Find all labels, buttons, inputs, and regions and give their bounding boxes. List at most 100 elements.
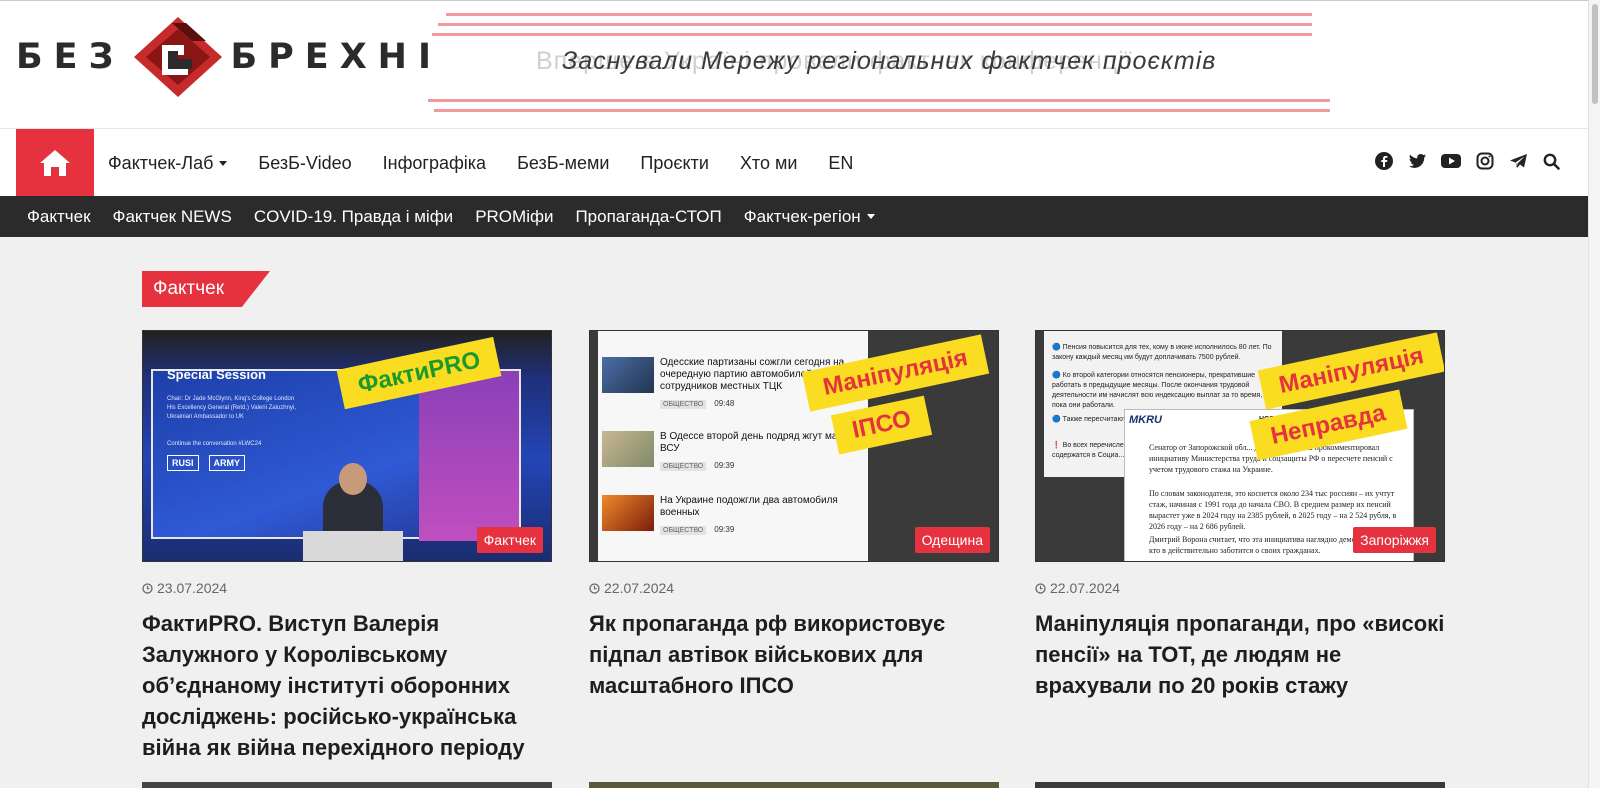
nav-item-label: БезБ-меми xyxy=(517,152,610,173)
nav-item-memes[interactable]: БезБ-меми xyxy=(517,153,609,174)
thumb-news-time: 09:39 xyxy=(714,461,735,470)
article-date-text: 23.07.2024 xyxy=(157,580,228,596)
subnav-item-label: Фактчек xyxy=(27,206,91,226)
secondary-nav: Фактчек Фактчек NEWS COVID-19. Правда і … xyxy=(0,196,1588,237)
article-card[interactable]: Одесские партизаны сожгли сегодня на оче… xyxy=(589,330,999,701)
nav-item-video[interactable]: БезБ-Video xyxy=(258,153,351,174)
nav-item-factcheck-lab[interactable]: Фактчек-Лаб xyxy=(108,152,228,174)
thumb-news-text: На Украине подожгли два автомобиля военн… xyxy=(660,495,838,518)
nav-item-label: БезБ-Video xyxy=(258,152,352,173)
nav-item-label: Фактчек-Лаб xyxy=(108,152,214,173)
instagram-icon[interactable] xyxy=(1475,151,1495,171)
nav-item-infographics[interactable]: Інфографіка xyxy=(383,153,486,174)
banner-line xyxy=(428,99,1330,102)
thumb-screen-accent xyxy=(419,371,519,541)
site-logo[interactable]: БЕЗ БРЕХНІ xyxy=(16,15,442,99)
category-badge[interactable]: Фактчек xyxy=(476,527,543,553)
banner-text: Заснували Мережу регіональних фактчек пр… xyxy=(562,47,1217,75)
article-thumbnail-partial[interactable] xyxy=(589,782,999,788)
thumb-news-text: В Одессе второй день подряд жгут маш... … xyxy=(660,431,854,454)
category-badge[interactable]: Запоріжжя xyxy=(1353,527,1436,553)
nav-item-projects[interactable]: Проєкти xyxy=(640,153,709,174)
banner-line xyxy=(446,13,1312,16)
article-date: 22.07.2024 xyxy=(1035,580,1445,596)
home-icon xyxy=(40,150,70,176)
subnav-item-label: PROMіфи xyxy=(475,206,554,226)
nav-item-label: Хто ми xyxy=(739,152,798,173)
clock-icon xyxy=(589,582,600,594)
subnav-item-factcheck-news[interactable]: Фактчек NEWS xyxy=(113,207,232,227)
thumb-logos: RUSI ARMY xyxy=(167,455,246,471)
article-thumbnail[interactable]: 🔵 Пенсия повысится для тех, кому в июне … xyxy=(1035,330,1445,562)
clock-icon xyxy=(142,582,153,594)
thumb-news-time: 09:48 xyxy=(714,399,735,408)
thumb-news-image xyxy=(602,357,654,393)
subnav-item-factcheck[interactable]: Фактчек xyxy=(27,207,91,227)
site-header: БЕЗ БРЕХНІ Вперше в Україні провели факт… xyxy=(0,0,1588,128)
thumb-podium xyxy=(303,531,403,561)
thumb-screen-text: Chair: Dr Jade McGlynn, King's College L… xyxy=(167,395,296,449)
thumb-screen-line: His Excellency General (Retd.) Valerii Z… xyxy=(167,405,296,411)
subnav-item-propaganda-stop[interactable]: Пропаганда-СТОП xyxy=(575,207,721,227)
article-thumbnail-partial[interactable] xyxy=(1035,782,1445,788)
nav-menu: Фактчек-Лаб БезБ-Video Інфографіка БезБ-… xyxy=(108,129,884,197)
nav-item-label: Інфографіка xyxy=(382,152,487,173)
thumb-news-row: На Украине подожгли два автомобиля военн… xyxy=(602,495,860,537)
article-thumbnail[interactable]: Одесские партизаны сожгли сегодня на оче… xyxy=(589,330,999,562)
thumb-news-image xyxy=(602,495,654,531)
article-thumbnail[interactable]: Special Session Chair: Dr Jade McGlynn, … xyxy=(142,330,552,562)
home-button[interactable] xyxy=(16,129,94,197)
thumb-speaker-face xyxy=(339,463,367,495)
subnav-item-label: COVID-19. Правда і міфи xyxy=(253,206,454,226)
nav-item-label: EN xyxy=(828,152,854,173)
subnav-item-label: Фактчек-регіон xyxy=(743,206,861,226)
logo-mark-icon xyxy=(134,17,223,97)
article-card[interactable]: 🔵 Пенсия повысится для тех, кому в июне … xyxy=(1035,330,1445,701)
youtube-icon[interactable] xyxy=(1441,151,1461,171)
thumb-logo: RUSI xyxy=(167,455,199,471)
nav-item-about[interactable]: Хто ми xyxy=(740,153,798,174)
thumb-doc-line: По словам законодателя, это коснется око… xyxy=(1149,489,1397,531)
article-date: 23.07.2024 xyxy=(142,580,552,596)
logo-left-word: БЕЗ xyxy=(16,37,125,77)
facebook-icon[interactable] xyxy=(1374,151,1394,171)
clock-icon xyxy=(1035,582,1046,594)
telegram-icon[interactable] xyxy=(1508,151,1528,171)
search-icon[interactable] xyxy=(1542,151,1562,171)
section-label[interactable]: Фактчек xyxy=(142,271,270,307)
article-card[interactable]: Special Session Chair: Dr Jade McGlynn, … xyxy=(142,330,552,763)
article-title[interactable]: Як пропаганда рф використовує підпал авт… xyxy=(589,608,999,701)
article-title[interactable]: ФактиPRO. Виступ Валерія Залужного у Кор… xyxy=(142,608,552,763)
thumb-news-tag: ОБЩЕСТВО xyxy=(660,462,707,471)
subnav-item-label: Пропаганда-СТОП xyxy=(575,206,722,226)
chevron-down-icon xyxy=(866,214,875,219)
banner-line xyxy=(434,109,1330,112)
page-scrollbar[interactable] xyxy=(1588,0,1600,788)
main-nav: Фактчек-Лаб БезБ-Video Інфографіка БезБ-… xyxy=(0,128,1588,197)
thumb-news-time: 09:39 xyxy=(714,525,735,534)
thumb-screen-line: Chair: Dr Jade McGlynn, King's College L… xyxy=(167,396,295,402)
nav-item-en[interactable]: EN xyxy=(828,153,853,174)
banner-line xyxy=(432,33,1312,36)
subnav-item-covid[interactable]: COVID-19. Правда і міфи xyxy=(254,207,453,227)
thumb-news-row: В Одессе второй день подряд жгут маш... … xyxy=(602,431,860,473)
social-links xyxy=(1374,151,1575,171)
category-badge[interactable]: Одещина xyxy=(914,527,990,553)
thumb-post-line: 🔵 Ко второй категории относятся пенсионе… xyxy=(1052,372,1263,409)
thumb-news-tag: ОБЩЕСТВО xyxy=(660,526,707,535)
subnav-item-label: Фактчек NEWS xyxy=(112,206,232,226)
banner-line xyxy=(438,23,1312,26)
thumb-screen-line: Continue the conversation #LWC24 xyxy=(167,441,262,447)
thumb-post-line: 🔵 Пенсия повысится для тех, кому в июне … xyxy=(1052,344,1272,361)
chevron-down-icon xyxy=(219,160,228,166)
logo-right-word: БРЕХНІ xyxy=(230,37,442,77)
subnav-item-factcheck-region[interactable]: Фактчек-регіон xyxy=(744,207,875,227)
thumb-logo: ARMY xyxy=(208,455,246,471)
promo-banner[interactable]: Вперше в Україні провели фактчек конфере… xyxy=(428,11,1332,115)
twitter-icon[interactable] xyxy=(1408,151,1428,171)
scrollbar-thumb[interactable] xyxy=(1592,4,1598,104)
subnav-item-promify[interactable]: PROMіфи xyxy=(475,207,553,227)
article-title[interactable]: Маніпуляція пропаганди, про «високі пенс… xyxy=(1035,608,1445,701)
thumb-screen-line: Ukrainian Ambassador to UK xyxy=(167,414,245,420)
article-thumbnail-partial[interactable] xyxy=(142,782,552,788)
